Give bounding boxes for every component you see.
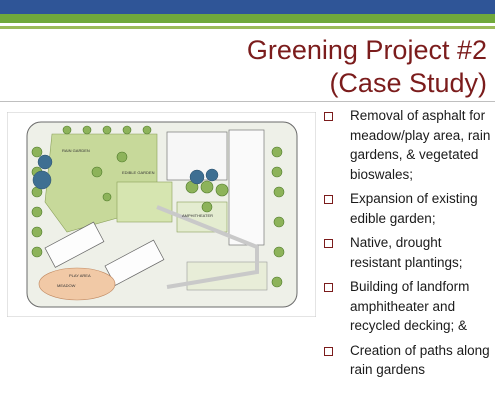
bullet-text: Building of landform amphitheater and re…: [350, 279, 470, 333]
slide-title: Greening Project #2 (Case Study): [127, 34, 487, 100]
slide-title-line2: (Case Study): [329, 68, 487, 98]
checkbox-bullet-icon: [324, 283, 333, 292]
title-divider: [0, 101, 495, 102]
plan-label-4: PLAY AREA: [69, 273, 91, 278]
checkbox-bullet-icon: [324, 239, 333, 248]
bullet-text: Native, drought resistant plantings;: [350, 235, 463, 270]
bullet-text: Removal of asphalt for meadow/play area,…: [350, 108, 491, 182]
header-band: [0, 0, 495, 29]
bullet-list: Removal of asphalt for meadow/play area,…: [322, 106, 492, 385]
checkbox-bullet-icon: [324, 195, 333, 204]
bullet-item: Removal of asphalt for meadow/play area,…: [322, 106, 492, 184]
plan-label-2: EDIBLE GARDEN: [122, 170, 155, 175]
bullet-text: Creation of paths along rain gardens: [350, 342, 490, 378]
plan-label-3: MEADOW: [57, 283, 76, 288]
plan-label-5: AMPHITHEATER: [182, 213, 213, 218]
checkbox-bullet-icon: [324, 112, 333, 121]
bullet-item: Expansion of existing edible garden;: [322, 189, 492, 228]
bullet-item: Native, drought resistant plantings;: [322, 233, 492, 272]
header-band-green: [0, 14, 495, 23]
bullet-item: Building of landform amphitheater and re…: [322, 277, 492, 336]
bullet-text: Expansion of existing edible garden;: [350, 191, 478, 226]
bullet-item: Creation of paths along rain gardens: [322, 341, 492, 380]
checkbox-bullet-icon: [324, 346, 333, 356]
slide-title-line1: Greening Project #2: [246, 35, 487, 65]
plan-label-1: RAIN GARDEN: [62, 148, 90, 153]
header-band-blue: [0, 0, 495, 14]
site-plan-image: RAIN GARDEN EDIBLE GARDEN MEADOW PLAY AR…: [7, 112, 316, 317]
header-band-thin: [0, 26, 495, 29]
